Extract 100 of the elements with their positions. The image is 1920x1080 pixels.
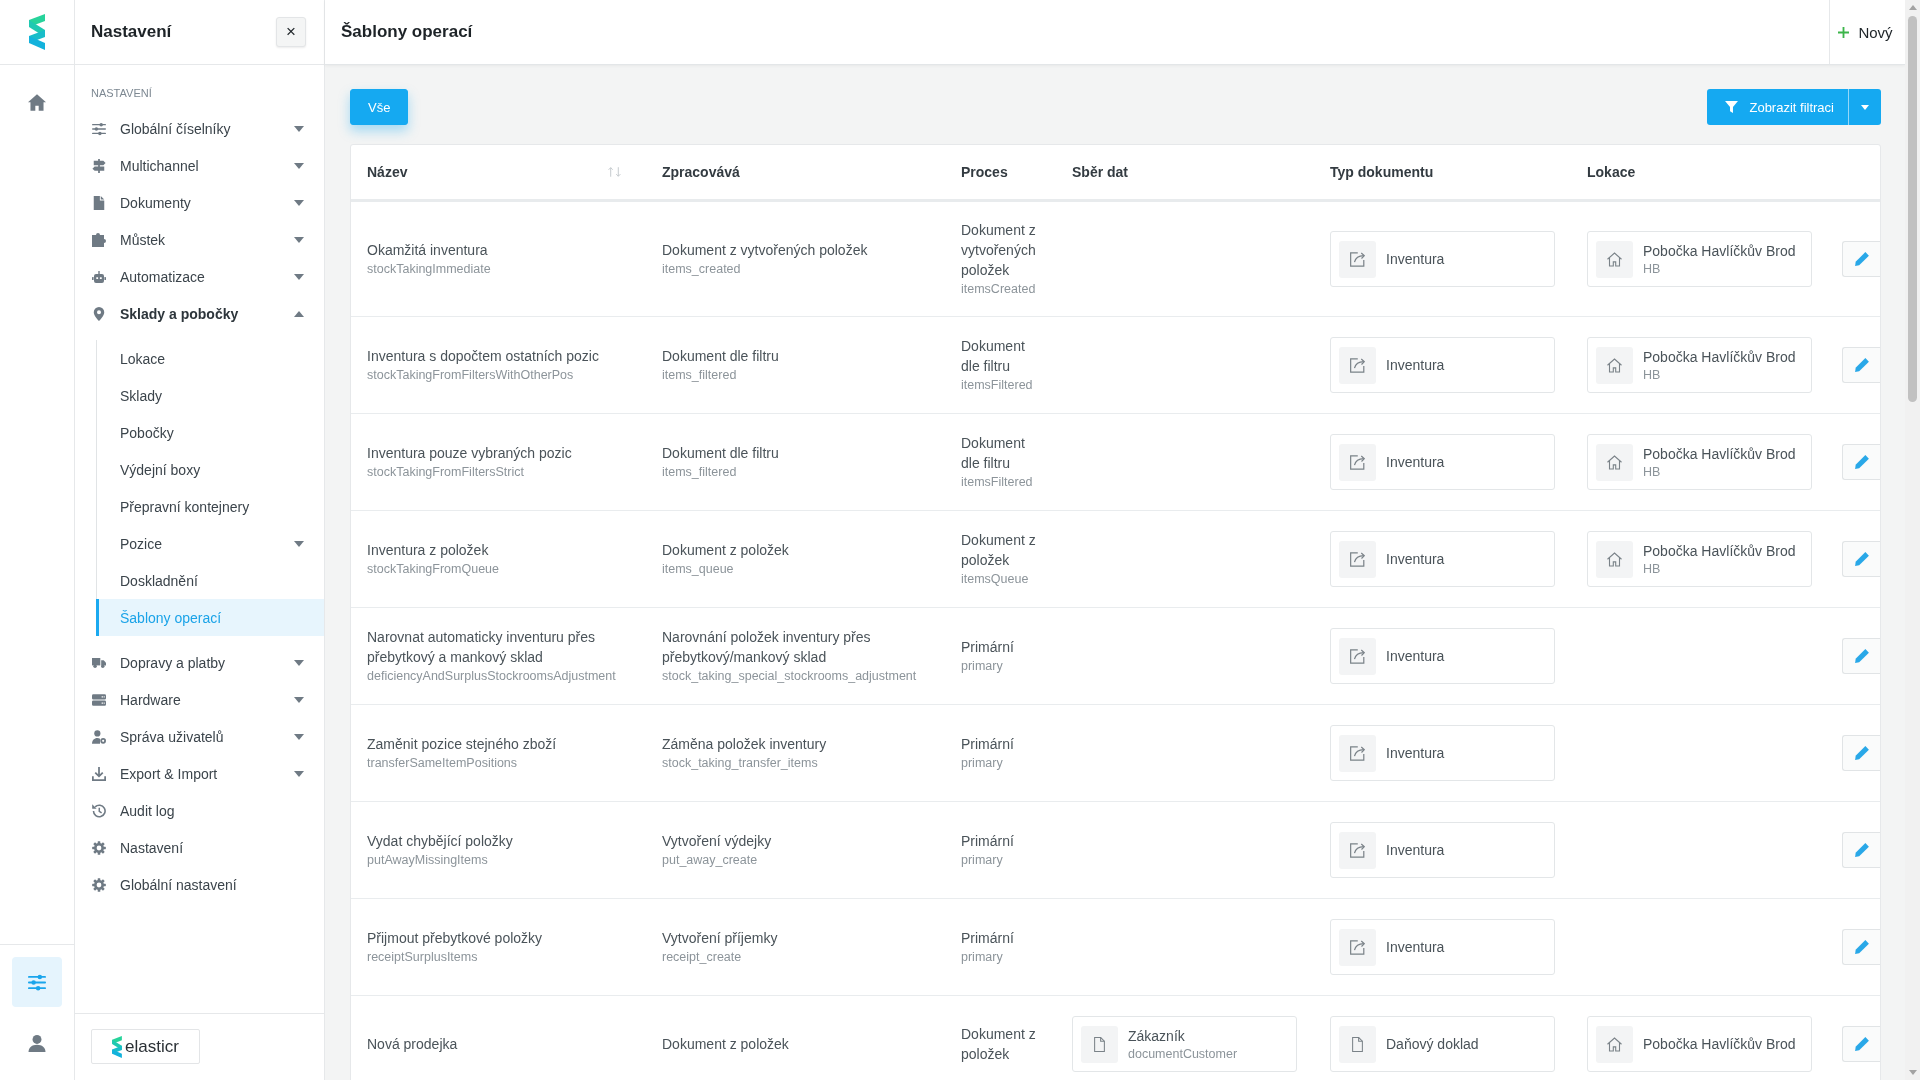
edit-button[interactable] xyxy=(1842,1026,1880,1062)
map-pin-icon xyxy=(92,306,106,321)
caret-icon xyxy=(294,273,304,280)
process-name: Primární xyxy=(961,929,1014,948)
nav-item[interactable]: Sklady a pobočky xyxy=(75,295,324,332)
nav-item[interactable]: Multichannel xyxy=(75,147,324,184)
location-name: Pobočka Havlíčkův Brod xyxy=(1643,541,1796,561)
processor-name: Dokument dle filtru xyxy=(662,444,779,463)
template-code: transferSameItemPositions xyxy=(367,755,518,772)
edit-button[interactable] xyxy=(1842,832,1880,868)
pencil-icon xyxy=(1854,940,1869,954)
nav-item[interactable]: Nastavení xyxy=(75,829,324,866)
nav-subitem[interactable]: Přepravní kontejnery xyxy=(97,488,324,525)
data-source-code: documentCustomer xyxy=(1128,1045,1238,1062)
caret-icon xyxy=(294,310,304,317)
nav-item[interactable]: Globální číselníky xyxy=(75,110,324,147)
template-name: Narovnat automaticky inventuru přes přebytkový a mankový sklad xyxy=(367,628,596,667)
nav-subitem[interactable]: Výdejní boxy xyxy=(97,451,324,488)
template-name: Nová prodejka xyxy=(367,1035,458,1054)
process-code: primary xyxy=(961,949,1003,966)
panel-title: Nastavení xyxy=(91,22,172,42)
template-name: Zaměnit pozice stejného zboží xyxy=(367,735,557,754)
file-icon xyxy=(92,195,106,210)
template-name: Inventura z položek xyxy=(367,541,489,560)
pencil-icon xyxy=(1854,552,1869,566)
nav-subitem[interactable]: Lokace xyxy=(97,340,324,377)
column-header: Sběr dat xyxy=(1072,164,1128,180)
new-button[interactable]: Nový xyxy=(1829,0,1905,64)
nav-subitem[interactable]: Pozice xyxy=(97,525,324,562)
nav-item[interactable]: Globální nastavení xyxy=(75,866,324,903)
process-code: primary xyxy=(961,852,1003,869)
processor-code: receipt_create xyxy=(662,949,742,966)
edit-button[interactable] xyxy=(1842,444,1880,480)
processor-code: stock_taking_special_stockrooms_adjustment xyxy=(662,668,917,685)
pencil-icon xyxy=(1854,358,1869,372)
server-icon xyxy=(92,692,106,707)
process-name: Dokument dle filtru xyxy=(961,434,1026,473)
edit-button[interactable] xyxy=(1842,735,1880,771)
nav-subitem[interactable]: Pobočky xyxy=(97,414,324,451)
caret-icon xyxy=(294,162,304,169)
nav-item[interactable]: Audit log xyxy=(75,792,324,829)
nav-item[interactable]: Správa uživatelů xyxy=(75,718,324,755)
section-label: NASTAVENÍ xyxy=(90,86,152,101)
sliders-icon xyxy=(28,973,46,991)
nav-item[interactable]: Automatizace xyxy=(75,258,324,295)
settings-button[interactable] xyxy=(12,957,62,1007)
document-type-name: Inventura xyxy=(1386,743,1445,763)
edit-button[interactable] xyxy=(1842,347,1880,383)
nav-item[interactable]: Můstek xyxy=(75,221,324,258)
nav-subitem[interactable]: Doskladnění xyxy=(97,562,324,599)
processor-name: Dokument z vytvořených položek xyxy=(662,241,868,260)
location-code: HB xyxy=(1643,260,1661,277)
processor-code: stock_taking_transfer_items xyxy=(662,755,818,772)
process-name: Primární xyxy=(961,832,1014,851)
nav-item[interactable]: Export & Import xyxy=(75,755,324,792)
pencil-icon xyxy=(1854,746,1869,760)
processor-name: Dokument z položek xyxy=(662,541,789,560)
location-name: Pobočka Havlíčkův Brod xyxy=(1643,241,1796,261)
gear-icon xyxy=(92,840,106,855)
logo-button[interactable]: elasticr xyxy=(91,1029,200,1064)
caret-icon xyxy=(294,696,304,703)
process-name: Dokument z položek xyxy=(961,531,1037,570)
document-type-name: Inventura xyxy=(1386,549,1445,569)
edit-button[interactable] xyxy=(1842,241,1880,277)
house-icon xyxy=(1596,240,1633,278)
edit-button[interactable] xyxy=(1842,638,1880,674)
caret-up-icon xyxy=(1908,5,1917,10)
close-button[interactable]: × xyxy=(276,17,306,47)
template-name: Inventura s dopočtem ostatních pozic xyxy=(367,347,599,366)
nav-item[interactable]: Dopravy a platby xyxy=(75,644,324,681)
caret-icon xyxy=(294,236,304,243)
column-header[interactable]: Název xyxy=(367,164,621,180)
nav-item[interactable]: Dokumenty xyxy=(75,184,324,221)
caret-icon xyxy=(1861,104,1869,110)
processor-code: items_queue xyxy=(662,561,734,578)
edit-button[interactable] xyxy=(1842,929,1880,965)
location-code: HB xyxy=(1643,560,1661,577)
caret-icon xyxy=(294,659,304,666)
process-code: primary xyxy=(961,755,1003,772)
file-icon xyxy=(1339,1025,1376,1063)
process-name: Primární xyxy=(961,638,1014,657)
location-code: HB xyxy=(1643,366,1661,383)
house-icon xyxy=(1596,540,1633,578)
caret-icon xyxy=(294,125,304,132)
processor-code: items_created xyxy=(662,261,741,278)
house-icon xyxy=(1596,443,1633,481)
history-icon xyxy=(92,803,106,818)
dropdown-button[interactable] xyxy=(1848,89,1881,125)
truck-icon xyxy=(92,655,106,670)
scrollbar-thumb[interactable] xyxy=(1908,16,1917,402)
logo-icon xyxy=(29,14,45,50)
nav-subitem[interactable]: Sklady xyxy=(97,377,324,414)
scrollbar[interactable] xyxy=(1905,0,1920,1080)
nav-item[interactable]: Hardware xyxy=(75,681,324,718)
edit-button[interactable] xyxy=(1842,541,1880,577)
caret-icon xyxy=(294,199,304,206)
user-icon xyxy=(28,1034,46,1052)
document-type-name: Daňový doklad xyxy=(1386,1034,1479,1054)
column-header: Lokace xyxy=(1587,164,1636,180)
processor-name: Vytvoření příjemky xyxy=(662,929,778,948)
